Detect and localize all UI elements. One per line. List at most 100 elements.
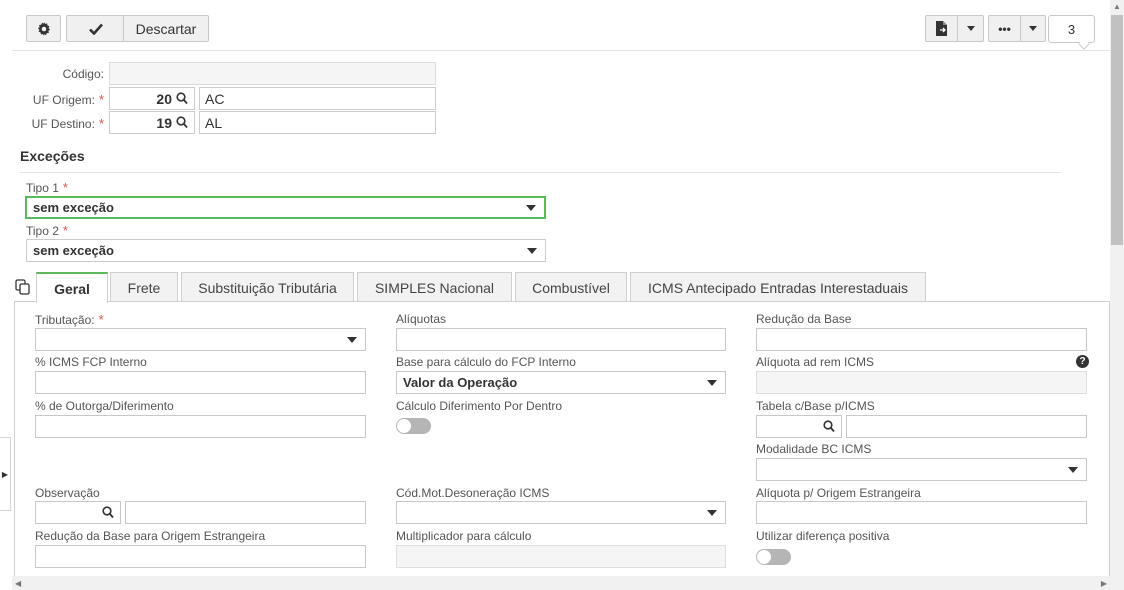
tab-simples-nacional[interactable]: SIMPLES Nacional [357, 272, 512, 302]
chevron-down-icon [707, 510, 717, 516]
toolbar-divider [12, 50, 1110, 51]
reducao-base-field[interactable] [756, 328, 1087, 351]
base-fcp-label: Base para cálculo do FCP Interno [396, 355, 576, 369]
copy-icon[interactable] [15, 279, 31, 295]
required-mark: * [98, 116, 104, 131]
base-fcp-select[interactable]: Valor da Operação [396, 371, 726, 394]
confirm-button[interactable] [66, 15, 124, 42]
tributacao-label: Tributação: [35, 313, 95, 327]
tab-geral[interactable]: Geral [36, 272, 108, 303]
toggle-knob [757, 550, 771, 564]
horizontal-scrollbar[interactable]: ◀ ▶ [12, 576, 1110, 590]
required-mark: * [62, 223, 68, 238]
scroll-left-arrow-icon[interactable]: ◀ [15, 579, 21, 588]
tab-frete[interactable]: Frete [110, 272, 178, 302]
uf-destino-code-field[interactable]: 19 [109, 111, 195, 134]
report-button[interactable] [925, 15, 958, 42]
uf-destino-code: 19 [156, 114, 172, 131]
outorga-field[interactable] [35, 415, 366, 438]
caret-down-icon [966, 26, 975, 31]
gear-icon [37, 21, 50, 36]
uf-origem-code: 20 [156, 90, 172, 107]
section-divider [20, 172, 1061, 173]
uf-origem-code-field[interactable]: 20 [109, 87, 195, 110]
vertical-scroll-thumb[interactable] [1111, 15, 1123, 245]
search-icon[interactable] [823, 420, 835, 433]
base-fcp-value: Valor da Operação [403, 375, 518, 390]
search-icon[interactable] [176, 92, 188, 105]
chevron-down-icon [526, 205, 536, 211]
tipo2-label: Tipo 2 [26, 224, 59, 238]
excecoes-title: Exceções [20, 148, 85, 164]
aliquotas-label: Alíquotas [396, 312, 447, 326]
tab-icms-antecipado[interactable]: ICMS Antecipado Entradas Interestaduais [630, 272, 926, 302]
tipo1-select[interactable]: sem exceção [25, 196, 546, 219]
report-dropdown-button[interactable] [957, 15, 984, 42]
calculo-diferimento-toggle[interactable] [396, 418, 431, 434]
more-options-button[interactable]: ••• [988, 15, 1021, 42]
chevron-down-icon [527, 248, 537, 254]
chevron-down-icon [1068, 467, 1078, 473]
tab-substituicao-tributaria[interactable]: Substituição Tributária [181, 272, 354, 302]
calculo-diferimento-label: Cálculo Diferimento Por Dentro [396, 399, 563, 413]
reducao-base-label: Redução da Base [756, 312, 852, 326]
tipo1-value: sem exceção [33, 200, 114, 215]
aliquota-ad-rem-label: Alíquota ad rem ICMS [756, 355, 875, 369]
observacao-code-field[interactable] [35, 501, 121, 524]
uf-destino-name-field: AL [199, 111, 436, 134]
uf-destino-label-row: UF Destino: * [10, 116, 104, 131]
modalidade-label: Modalidade BC ICMS [756, 442, 872, 456]
search-icon[interactable] [102, 506, 114, 519]
record-counter: 3 [1048, 15, 1095, 43]
icms-fcp-field[interactable] [35, 371, 366, 394]
diferenca-positiva-label: Utilizar diferença positiva [756, 529, 890, 543]
search-icon[interactable] [176, 116, 188, 129]
help-icon[interactable]: ? [1076, 355, 1089, 368]
uf-destino-label: UF Destino: [31, 117, 95, 131]
reducao-estrangeira-label: Redução da Base para Origem Estrangeira [35, 529, 266, 543]
aliquotas-field[interactable] [396, 328, 726, 351]
aliquota-estrangeira-label: Alíquota p/ Origem Estrangeira [756, 486, 921, 500]
side-panel-toggle[interactable]: ▶ [0, 437, 11, 511]
more-options-dropdown-button[interactable] [1020, 15, 1046, 42]
tipo2-value: sem exceção [33, 243, 114, 258]
tributacao-label-row: Tributação: * [35, 312, 104, 327]
tipo2-label-row: Tipo 2 * [26, 223, 68, 238]
caret-right-icon: ▶ [1, 469, 9, 479]
tributacao-select[interactable] [35, 328, 366, 351]
required-mark: * [98, 312, 104, 327]
observacao-label: Observação [35, 486, 100, 500]
scroll-right-arrow-icon[interactable]: ▶ [1101, 579, 1107, 588]
required-mark: * [62, 180, 68, 195]
settings-button[interactable] [26, 15, 61, 42]
aliquota-ad-rem-field [756, 371, 1087, 394]
chevron-down-icon [347, 337, 357, 343]
caret-down-icon [1029, 26, 1037, 31]
diferenca-positiva-toggle[interactable] [756, 549, 791, 565]
cod-mot-select[interactable] [396, 501, 726, 524]
ellipsis-icon: ••• [998, 21, 1011, 36]
uf-origem-label: UF Origem: [32, 93, 95, 107]
multiplicador-field [396, 545, 726, 568]
tabela-base-label: Tabela c/Base p/ICMS [756, 399, 875, 413]
page: Descartar ••• 3 Código: UF Origem: * 20 A… [0, 0, 1124, 590]
codigo-label: Código: [62, 67, 104, 81]
outorga-label: % de Outorga/Diferimento [35, 399, 174, 413]
vertical-scrollbar[interactable]: ▲ [1110, 0, 1124, 590]
modalidade-select[interactable] [756, 458, 1087, 481]
tabela-base-name-field [846, 415, 1087, 438]
check-icon [88, 23, 103, 35]
discard-button[interactable]: Descartar [123, 15, 209, 42]
toggle-knob [397, 419, 411, 433]
required-mark: * [98, 92, 104, 107]
reducao-estrangeira-field[interactable] [35, 545, 366, 568]
cod-mot-label: Cód.Mot.Desoneração ICMS [396, 486, 550, 500]
tab-combustivel[interactable]: Combustível [515, 272, 627, 302]
tabela-base-code-field[interactable] [756, 415, 842, 438]
observacao-text-field [125, 501, 366, 524]
aliquota-estrangeira-field[interactable] [756, 501, 1087, 524]
tipo1-label: Tipo 1 [26, 181, 59, 195]
tipo1-label-row: Tipo 1 * [26, 180, 68, 195]
tipo2-select[interactable]: sem exceção [26, 239, 546, 262]
scroll-up-arrow-icon[interactable]: ▲ [1113, 2, 1121, 11]
